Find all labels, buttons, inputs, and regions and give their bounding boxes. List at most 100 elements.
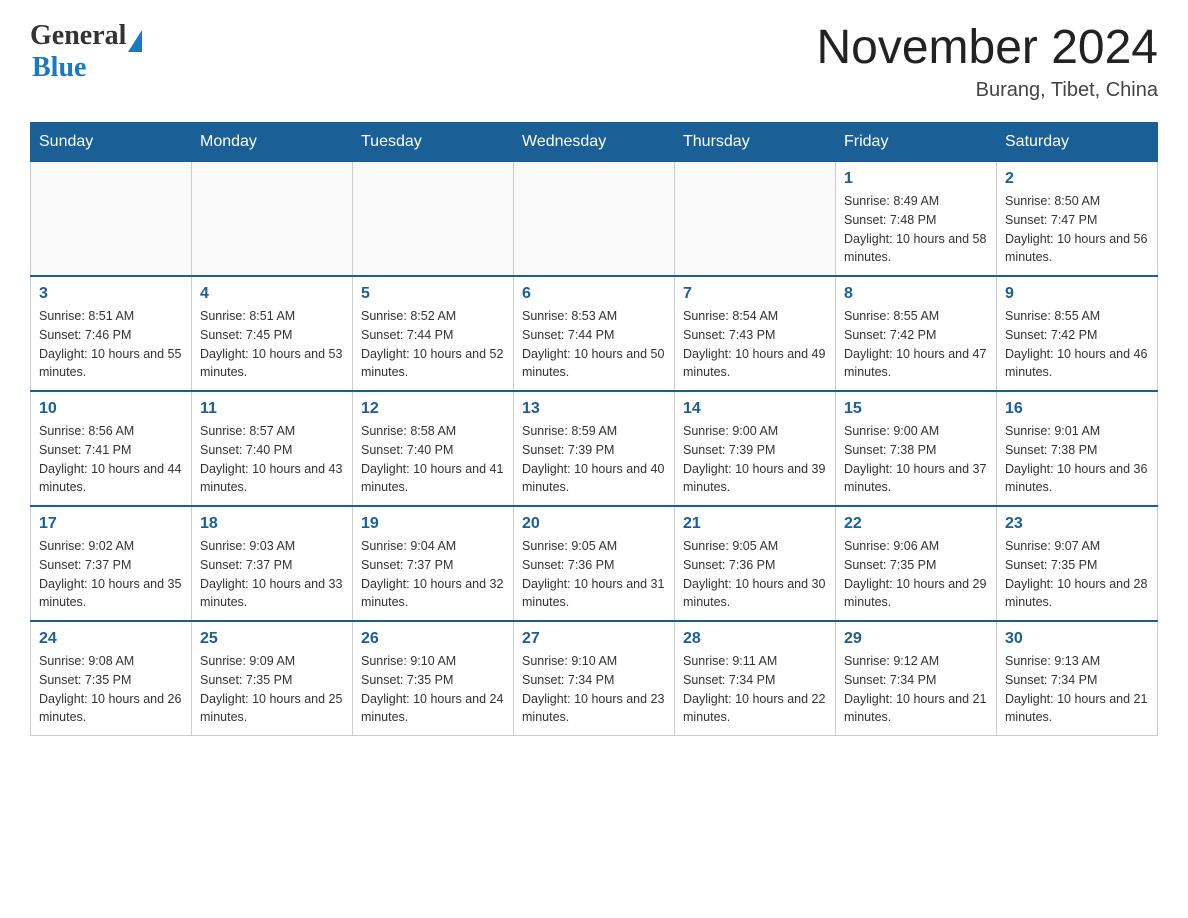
day-info: Sunrise: 8:57 AMSunset: 7:40 PMDaylight:…	[200, 422, 344, 497]
day-number: 17	[39, 515, 183, 533]
calendar-day-cell	[31, 162, 192, 277]
calendar-day-cell: 1 Sunrise: 8:49 AMSunset: 7:48 PMDaylight…	[836, 162, 997, 277]
calendar-day-cell: 9 Sunrise: 8:55 AMSunset: 7:42 PMDaylight…	[997, 276, 1158, 391]
day-number: 20	[522, 515, 666, 533]
day-number: 28	[683, 630, 827, 648]
day-of-week-header: Tuesday	[353, 123, 514, 162]
location-text: Burang, Tibet, China	[816, 79, 1158, 102]
calendar-day-cell: 26Sunrise: 9:10 AMSunset: 7:35 PMDayligh…	[353, 621, 514, 736]
day-number: 9	[1005, 285, 1149, 303]
calendar-day-cell: 28Sunrise: 9:11 AMSunset: 7:34 PMDayligh…	[675, 621, 836, 736]
calendar-day-cell: 25 Sunrise: 9:09 AMSunset: 7:35 PMDayligh…	[192, 621, 353, 736]
calendar-day-cell: 19Sunrise: 9:04 AMSunset: 7:37 PMDayligh…	[353, 506, 514, 621]
logo-triangle-icon	[128, 30, 142, 52]
day-info: Sunrise: 9:10 AMSunset: 7:34 PMDaylight:…	[522, 652, 666, 727]
calendar-day-cell	[514, 162, 675, 277]
day-info: Sunrise: 9:05 AMSunset: 7:36 PMDaylight:…	[683, 537, 827, 612]
day-number: 1	[844, 170, 988, 188]
day-info: Sunrise: 8:56 AMSunset: 7:41 PMDaylight:…	[39, 422, 183, 497]
calendar-day-cell: 15 Sunrise: 9:00 AMSunset: 7:38 PMDayligh…	[836, 391, 997, 506]
day-info: Sunrise: 9:13 AMSunset: 7:34 PMDaylight:…	[1005, 652, 1149, 727]
day-info: Sunrise: 8:55 AMSunset: 7:42 PMDaylight:…	[1005, 307, 1149, 382]
calendar-week-row: 3Sunrise: 8:51 AMSunset: 7:46 PMDaylight…	[31, 276, 1158, 391]
calendar-day-cell: 7 Sunrise: 8:54 AMSunset: 7:43 PMDaylight…	[675, 276, 836, 391]
calendar-week-row: 10 Sunrise: 8:56 AMSunset: 7:41 PMDayligh…	[31, 391, 1158, 506]
day-number: 4	[200, 285, 344, 303]
day-info: Sunrise: 8:52 AMSunset: 7:44 PMDaylight:…	[361, 307, 505, 382]
day-number: 18	[200, 515, 344, 533]
day-info: Sunrise: 9:06 AMSunset: 7:35 PMDaylight:…	[844, 537, 988, 612]
day-info: Sunrise: 8:59 AMSunset: 7:39 PMDaylight:…	[522, 422, 666, 497]
calendar-header: SundayMondayTuesdayWednesdayThursdayFrid…	[31, 123, 1158, 162]
calendar-day-cell: 3Sunrise: 8:51 AMSunset: 7:46 PMDaylight…	[31, 276, 192, 391]
calendar-day-cell: 5 Sunrise: 8:52 AMSunset: 7:44 PMDaylight…	[353, 276, 514, 391]
logo-full: General	[30, 20, 142, 52]
calendar-day-cell: 6Sunrise: 8:53 AMSunset: 7:44 PMDaylight…	[514, 276, 675, 391]
calendar-day-cell	[353, 162, 514, 277]
day-info: Sunrise: 9:02 AMSunset: 7:37 PMDaylight:…	[39, 537, 183, 612]
logo: General Blue	[30, 20, 142, 84]
day-number: 29	[844, 630, 988, 648]
day-info: Sunrise: 9:04 AMSunset: 7:37 PMDaylight:…	[361, 537, 505, 612]
logo-general-text: General	[30, 20, 126, 52]
calendar-day-cell: 17 Sunrise: 9:02 AMSunset: 7:37 PMDayligh…	[31, 506, 192, 621]
logo-blue-text: Blue	[32, 52, 86, 84]
calendar-day-cell: 18 Sunrise: 9:03 AMSunset: 7:37 PMDayligh…	[192, 506, 353, 621]
calendar-day-cell: 20 Sunrise: 9:05 AMSunset: 7:36 PMDayligh…	[514, 506, 675, 621]
day-number: 26	[361, 630, 505, 648]
day-number: 13	[522, 400, 666, 418]
day-number: 21	[683, 515, 827, 533]
calendar-body: 1 Sunrise: 8:49 AMSunset: 7:48 PMDaylight…	[31, 162, 1158, 736]
day-info: Sunrise: 8:54 AMSunset: 7:43 PMDaylight:…	[683, 307, 827, 382]
day-info: Sunrise: 9:03 AMSunset: 7:37 PMDaylight:…	[200, 537, 344, 612]
month-year-title: November 2024	[816, 20, 1158, 75]
calendar-table: SundayMondayTuesdayWednesdayThursdayFrid…	[30, 122, 1158, 736]
day-of-week-header: Thursday	[675, 123, 836, 162]
day-number: 23	[1005, 515, 1149, 533]
day-info: Sunrise: 8:50 AMSunset: 7:47 PMDaylight:…	[1005, 192, 1149, 267]
day-info: Sunrise: 8:55 AMSunset: 7:42 PMDaylight:…	[844, 307, 988, 382]
calendar-day-cell: 16Sunrise: 9:01 AMSunset: 7:38 PMDayligh…	[997, 391, 1158, 506]
header-row: SundayMondayTuesdayWednesdayThursdayFrid…	[31, 123, 1158, 162]
calendar-week-row: 17 Sunrise: 9:02 AMSunset: 7:37 PMDayligh…	[31, 506, 1158, 621]
page-header: General Blue November 2024 Burang, Tibet…	[30, 20, 1158, 102]
calendar-day-cell: 11 Sunrise: 8:57 AMSunset: 7:40 PMDayligh…	[192, 391, 353, 506]
day-number: 12	[361, 400, 505, 418]
calendar-day-cell	[192, 162, 353, 277]
day-info: Sunrise: 9:00 AMSunset: 7:38 PMDaylight:…	[844, 422, 988, 497]
day-info: Sunrise: 9:07 AMSunset: 7:35 PMDaylight:…	[1005, 537, 1149, 612]
calendar-day-cell	[675, 162, 836, 277]
day-number: 25	[200, 630, 344, 648]
day-number: 11	[200, 400, 344, 418]
day-info: Sunrise: 9:09 AMSunset: 7:35 PMDaylight:…	[200, 652, 344, 727]
day-number: 30	[1005, 630, 1149, 648]
day-info: Sunrise: 9:00 AMSunset: 7:39 PMDaylight:…	[683, 422, 827, 497]
day-of-week-header: Wednesday	[514, 123, 675, 162]
calendar-day-cell: 12 Sunrise: 8:58 AMSunset: 7:40 PMDayligh…	[353, 391, 514, 506]
calendar-day-cell: 23 Sunrise: 9:07 AMSunset: 7:35 PMDayligh…	[997, 506, 1158, 621]
day-info: Sunrise: 8:51 AMSunset: 7:45 PMDaylight:…	[200, 307, 344, 382]
calendar-day-cell: 14Sunrise: 9:00 AMSunset: 7:39 PMDayligh…	[675, 391, 836, 506]
day-info: Sunrise: 8:51 AMSunset: 7:46 PMDaylight:…	[39, 307, 183, 382]
day-number: 22	[844, 515, 988, 533]
calendar-day-cell: 10 Sunrise: 8:56 AMSunset: 7:41 PMDayligh…	[31, 391, 192, 506]
day-number: 10	[39, 400, 183, 418]
day-number: 16	[1005, 400, 1149, 418]
day-of-week-header: Sunday	[31, 123, 192, 162]
calendar-day-cell: 30 Sunrise: 9:13 AMSunset: 7:34 PMDayligh…	[997, 621, 1158, 736]
header-right: November 2024 Burang, Tibet, China	[816, 20, 1158, 102]
day-info: Sunrise: 8:58 AMSunset: 7:40 PMDaylight:…	[361, 422, 505, 497]
calendar-week-row: 1 Sunrise: 8:49 AMSunset: 7:48 PMDaylight…	[31, 162, 1158, 277]
calendar-day-cell: 24Sunrise: 9:08 AMSunset: 7:35 PMDayligh…	[31, 621, 192, 736]
day-number: 7	[683, 285, 827, 303]
day-number: 8	[844, 285, 988, 303]
day-info: Sunrise: 8:49 AMSunset: 7:48 PMDaylight:…	[844, 192, 988, 267]
calendar-day-cell: 2Sunrise: 8:50 AMSunset: 7:47 PMDaylight…	[997, 162, 1158, 277]
calendar-day-cell: 4 Sunrise: 8:51 AMSunset: 7:45 PMDaylight…	[192, 276, 353, 391]
calendar-day-cell: 22 Sunrise: 9:06 AMSunset: 7:35 PMDayligh…	[836, 506, 997, 621]
day-of-week-header: Monday	[192, 123, 353, 162]
day-info: Sunrise: 9:05 AMSunset: 7:36 PMDaylight:…	[522, 537, 666, 612]
day-number: 27	[522, 630, 666, 648]
day-number: 5	[361, 285, 505, 303]
day-number: 15	[844, 400, 988, 418]
